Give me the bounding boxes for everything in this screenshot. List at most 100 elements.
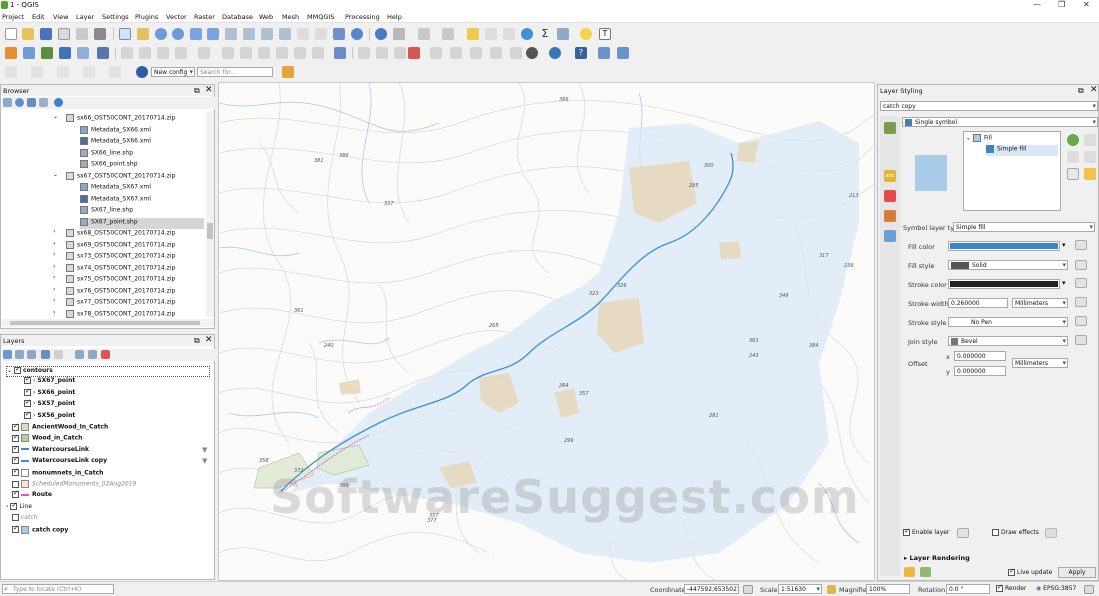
browser-item[interactable]: SX67_line.shp bbox=[80, 206, 133, 217]
crs-button[interactable]: ◉ EPSG:3857 bbox=[1036, 585, 1076, 592]
layer-visibility-checkbox[interactable] bbox=[14, 367, 21, 374]
zoom-next-icon[interactable] bbox=[279, 28, 291, 40]
processing-toolbox-icon[interactable] bbox=[521, 28, 533, 40]
fill-style-select[interactable]: Solid bbox=[948, 260, 1068, 270]
stroke-color-dropdown-icon[interactable]: ▾ bbox=[1062, 279, 1066, 287]
browser-item[interactable]: SX66_line.shp bbox=[80, 149, 133, 160]
expanded-arrow-icon[interactable]: ⌄ bbox=[53, 113, 58, 120]
duplicate-icon[interactable] bbox=[1067, 168, 1079, 180]
layer-visibility-checkbox[interactable] bbox=[12, 446, 19, 453]
shape-tool-icon[interactable] bbox=[5, 66, 17, 78]
menu-processing[interactable]: Processing bbox=[345, 13, 380, 21]
add-symbol-layer-icon[interactable] bbox=[1067, 134, 1079, 146]
remove-symbol-layer-icon[interactable] bbox=[1084, 134, 1096, 146]
symbol-tree-fill[interactable]: ⌄ Fill bbox=[966, 134, 992, 145]
diagram-icon[interactable] bbox=[510, 47, 522, 59]
new-project-icon[interactable] bbox=[5, 28, 17, 40]
add-wfs-icon[interactable] bbox=[97, 47, 109, 59]
filter-legend-icon[interactable] bbox=[41, 350, 50, 359]
layer-visibility-checkbox[interactable] bbox=[12, 481, 19, 488]
data-defined-override-icon[interactable] bbox=[1075, 260, 1087, 270]
circle-tool-icon[interactable] bbox=[31, 66, 43, 78]
symbol-tree-simple-fill[interactable]: Simple fill bbox=[986, 145, 1058, 156]
collapsed-arrow-icon[interactable]: › bbox=[53, 309, 55, 316]
layer-visibility-checkbox[interactable] bbox=[24, 400, 31, 407]
move-down-icon[interactable] bbox=[1084, 151, 1096, 163]
style-manager-icon[interactable] bbox=[3, 350, 12, 359]
pan-to-selection-icon[interactable] bbox=[137, 28, 149, 40]
collapsed-arrow-icon[interactable]: › bbox=[53, 263, 55, 270]
collapsed-arrow-icon[interactable]: › bbox=[53, 274, 55, 281]
undo-icon[interactable] bbox=[294, 47, 306, 59]
rectangle-tool-icon[interactable] bbox=[83, 66, 95, 78]
redo-style-icon[interactable] bbox=[920, 567, 931, 577]
layout-manager-icon[interactable] bbox=[94, 28, 106, 40]
plugin-globe-icon[interactable] bbox=[526, 47, 538, 59]
close-icon[interactable]: ✕ bbox=[205, 85, 213, 95]
vertex-tool-icon[interactable] bbox=[198, 47, 210, 59]
plugin-b-icon[interactable] bbox=[617, 47, 629, 59]
menu-mesh[interactable]: Mesh bbox=[282, 13, 299, 21]
browser-item[interactable]: SX66_point.shp bbox=[80, 160, 138, 171]
zoom-full-icon[interactable] bbox=[190, 28, 202, 40]
close-icon[interactable]: ✕ bbox=[1090, 85, 1098, 95]
paste-features-icon[interactable] bbox=[276, 47, 288, 59]
browser-item[interactable]: › sx75_OST50CONT_20170714.zip bbox=[58, 275, 175, 286]
browser-item[interactable]: SX67_point.shp bbox=[80, 218, 204, 229]
browser-item[interactable]: ⌄ sx67_OST50CONT_20170714.zip bbox=[58, 172, 175, 183]
pencil-tool-icon[interactable] bbox=[282, 66, 294, 78]
browser-item[interactable]: › sx69_OST50CONT_20170714.zip bbox=[58, 241, 175, 252]
zoom-layer-icon[interactable] bbox=[225, 28, 237, 40]
info-icon[interactable] bbox=[54, 98, 63, 107]
render-checkbox[interactable]: Render bbox=[996, 585, 1026, 592]
rotate-label-icon[interactable] bbox=[450, 47, 462, 59]
visibility-icon[interactable] bbox=[27, 350, 36, 359]
layer-visibility-checkbox[interactable] bbox=[12, 514, 19, 521]
field-calculator-icon[interactable] bbox=[503, 28, 515, 40]
browser-item[interactable]: Metadata_SX66.xml bbox=[80, 137, 151, 148]
data-defined-override-icon[interactable] bbox=[1075, 240, 1087, 250]
layer-item[interactable]: › SX56_point bbox=[24, 412, 75, 423]
layer-visibility-checkbox[interactable] bbox=[24, 377, 31, 384]
show-labels-icon[interactable] bbox=[394, 47, 406, 59]
draw-effects-checkbox[interactable]: Draw effects bbox=[992, 529, 1039, 536]
layer-visibility-checkbox[interactable] bbox=[24, 389, 31, 396]
collapsed-arrow-icon[interactable]: › bbox=[53, 251, 55, 258]
close-icon[interactable]: ✕ bbox=[1083, 0, 1090, 9]
expanded-arrow-icon[interactable]: ⌄ bbox=[53, 171, 58, 178]
collapsed-arrow-icon[interactable]: › bbox=[53, 286, 55, 293]
zoom-native-icon[interactable] bbox=[243, 28, 255, 40]
toggle-extents-icon[interactable] bbox=[743, 585, 753, 594]
measure-icon[interactable] bbox=[557, 28, 569, 40]
float-icon[interactable]: ⧉ bbox=[194, 86, 200, 96]
history-tab-icon[interactable] bbox=[884, 230, 896, 242]
layer-item[interactable]: › SX57_point bbox=[24, 400, 75, 411]
collapse-all-icon[interactable] bbox=[39, 98, 48, 107]
locator-input[interactable]: Type to locate (Ctrl+K) bbox=[2, 584, 114, 594]
data-defined-override-icon[interactable] bbox=[1075, 335, 1087, 345]
layer-visibility-checkbox[interactable] bbox=[12, 435, 19, 442]
labels-tab-icon[interactable]: abc bbox=[884, 170, 896, 182]
edit-pencil-icon[interactable] bbox=[121, 47, 133, 59]
menu-database[interactable]: Database bbox=[222, 13, 253, 21]
menu-mmqgis[interactable]: MMQGIS bbox=[307, 13, 334, 21]
layer-visibility-checkbox[interactable] bbox=[24, 412, 31, 419]
refresh-icon[interactable] bbox=[15, 98, 24, 107]
identify-icon[interactable] bbox=[375, 28, 387, 40]
menu-project[interactable]: Project bbox=[2, 13, 24, 21]
lock-scale-icon[interactable] bbox=[827, 585, 836, 594]
browser-item[interactable]: ⌄ sx66_OST50CONT_20170714.zip bbox=[58, 114, 175, 125]
pan-map-icon[interactable] bbox=[119, 28, 131, 40]
layer-visibility-checkbox[interactable] bbox=[12, 526, 19, 533]
collapsed-arrow-icon[interactable]: › bbox=[53, 228, 55, 235]
browser-item[interactable]: › sx74_OST50CONT_20170714.zip bbox=[58, 264, 175, 275]
filter-icon[interactable]: ▼ bbox=[202, 457, 207, 465]
live-update-checkbox[interactable]: Live update bbox=[1008, 569, 1052, 576]
layer-visibility-checkbox[interactable] bbox=[12, 457, 19, 464]
rotation-spinbox[interactable]: 0.0 ° bbox=[946, 584, 990, 594]
add-feature-icon[interactable] bbox=[175, 47, 187, 59]
config-select[interactable]: New config bbox=[151, 67, 195, 77]
browser-item[interactable]: › sx76_OST50CONT_20170714.zip bbox=[58, 287, 175, 298]
collapsed-arrow-icon[interactable]: › bbox=[53, 240, 55, 247]
data-defined-override-icon[interactable] bbox=[1075, 297, 1087, 307]
